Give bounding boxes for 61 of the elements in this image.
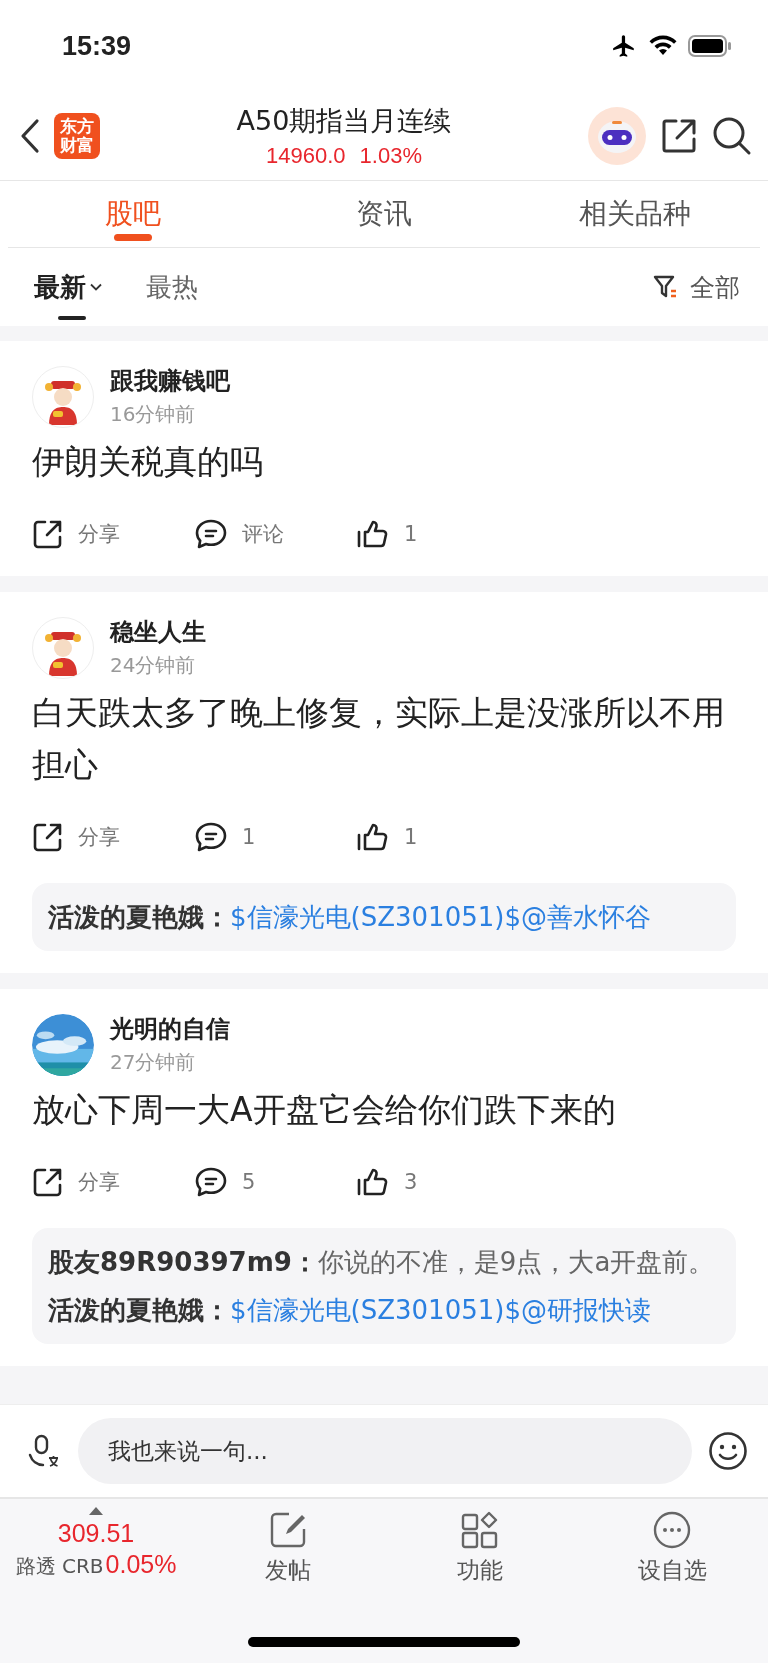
share-icon[interactable] xyxy=(660,117,698,155)
tab[interactable]: 资讯 xyxy=(356,181,412,247)
reply-link[interactable]: $信濠光电(SZ301051)$@善水怀谷 xyxy=(230,902,651,932)
comment-icon xyxy=(194,821,228,853)
edit-icon xyxy=(269,1511,307,1549)
author-name[interactable]: 稳坐人生 xyxy=(110,616,206,648)
comment-field[interactable]: 我也来说一句... xyxy=(78,1418,692,1484)
author-name[interactable]: 跟我赚钱吧 xyxy=(110,365,230,397)
wifi-icon xyxy=(648,35,678,57)
post-text: 伊朗关税真的吗 xyxy=(32,441,264,483)
action-button[interactable]: 分享 xyxy=(32,518,194,550)
action-button[interactable]: 5 xyxy=(194,1166,356,1198)
nav-item[interactable]: 功能 xyxy=(384,1507,576,1586)
search-icon[interactable] xyxy=(712,116,752,156)
share-icon xyxy=(32,821,64,853)
apps-icon xyxy=(461,1511,499,1549)
app-logo[interactable]: 东方 财富 xyxy=(54,113,100,159)
action-button[interactable]: 1 xyxy=(194,821,356,853)
reply-author[interactable]: 活泼的夏艳娥： xyxy=(48,1295,230,1325)
action-button[interactable]: 1 xyxy=(356,821,418,853)
thumbs-up-icon xyxy=(356,821,390,853)
sort-option[interactable]: 最新 xyxy=(34,248,102,326)
action-button[interactable]: 分享 xyxy=(32,821,194,853)
reply-author[interactable]: 活泼的夏艳娥： xyxy=(48,902,230,932)
comment-icon xyxy=(194,518,228,550)
author-name[interactable]: 光明的自信 xyxy=(110,1013,230,1045)
more-icon xyxy=(653,1511,691,1549)
tab[interactable]: 股吧 xyxy=(105,181,162,247)
action-button[interactable]: 分享 xyxy=(32,1166,194,1198)
back-icon[interactable] xyxy=(20,118,40,154)
price-text: 14960.0 xyxy=(266,143,346,169)
action-button[interactable]: 评论 xyxy=(194,518,356,550)
index-ticker[interactable]: 309.51 路透 CRB0.05% xyxy=(0,1507,192,1580)
post-time: 27分钟前 xyxy=(110,1049,197,1076)
post-text: 白天跌太多了晚上修复，实际上是没涨所以不用担心 xyxy=(32,692,726,786)
post-text: 放心下周一大A开盘它会给你们跌下来的 xyxy=(32,1089,617,1131)
nav-item[interactable]: 发帖 xyxy=(192,1507,384,1586)
reply-text: 你说的不准，是9点，大a开盘前。 xyxy=(317,1247,715,1277)
battery-icon xyxy=(688,35,732,57)
thumbs-up-icon xyxy=(356,518,390,550)
up-triangle-icon xyxy=(89,1507,103,1515)
reply-link[interactable]: $信濠光电(SZ301051)$@研报快读 xyxy=(230,1295,651,1325)
emoji-icon[interactable] xyxy=(708,1431,748,1471)
action-button[interactable]: 3 xyxy=(356,1166,418,1198)
caret-icon xyxy=(90,283,102,291)
post-time: 16分钟前 xyxy=(110,401,197,428)
filter-button[interactable]: 全部 xyxy=(652,270,740,304)
tab[interactable]: 相关品种 xyxy=(578,181,691,247)
nav-item[interactable]: 设自选 xyxy=(576,1507,768,1586)
share-icon xyxy=(32,518,64,550)
comment-icon xyxy=(194,1166,228,1198)
reply-author[interactable]: 股友89R90397m9： xyxy=(48,1247,318,1277)
share-icon xyxy=(32,1166,64,1198)
page-title: A50期指当月连续 xyxy=(236,104,452,138)
robot-icon[interactable] xyxy=(588,107,646,165)
change-text: 1.03% xyxy=(359,143,422,169)
post-time: 24分钟前 xyxy=(110,652,197,679)
sort-option[interactable]: 最热 xyxy=(146,248,198,326)
thumbs-up-icon xyxy=(356,1166,390,1198)
action-button[interactable]: 1 xyxy=(356,518,418,550)
status-time: 15:39 xyxy=(62,30,132,62)
